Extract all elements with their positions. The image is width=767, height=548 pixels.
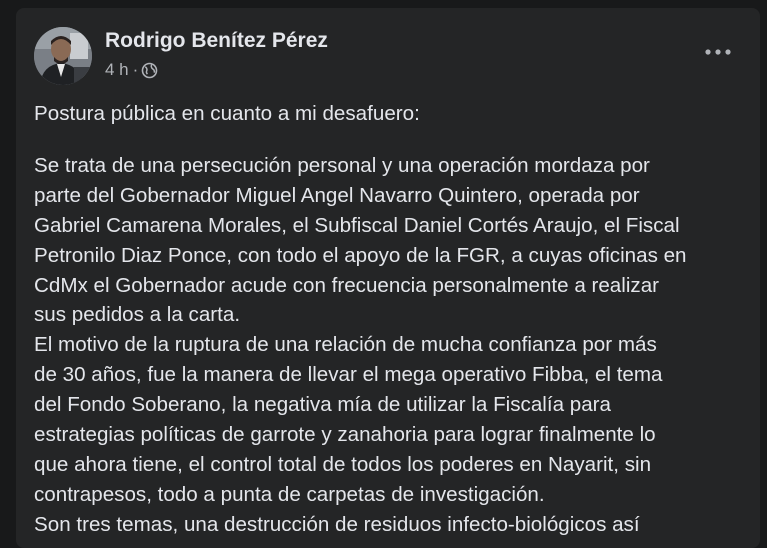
post-line: Petronilo Diaz Ponce, con todo el apoyo … — [34, 243, 687, 267]
post-line: estrategias políticas de garrote y zanah… — [34, 423, 656, 447]
more-options-icon — [705, 49, 731, 55]
author-photo — [34, 27, 92, 85]
post-line: contrapesos, todo a punta de carpetas de… — [34, 482, 545, 506]
author-name[interactable]: Rodrigo Benítez Pérez — [105, 29, 328, 53]
post-line: Gabriel Camarena Morales, el Subfiscal D… — [34, 213, 680, 237]
meta-separator: · — [132, 60, 139, 79]
post-card: Rodrigo Benítez Pérez 4 h · Postura públ… — [16, 8, 760, 548]
post-line: del Fondo Soberano, la negativa mía de u… — [34, 393, 611, 417]
globe-icon[interactable] — [141, 62, 158, 79]
post-line: sus pedidos a la carta. — [34, 303, 241, 327]
author-avatar[interactable] — [34, 27, 92, 85]
post-text: Postura pública en cuanto a mi desafuero… — [34, 99, 744, 540]
post-meta: 4 h · — [105, 60, 158, 80]
post-intro: Postura pública en cuanto a mi desafuero… — [34, 102, 420, 125]
post-line: El motivo de la ruptura de una relación … — [34, 333, 657, 357]
post-line: que ahora tiene, el control total de tod… — [34, 452, 652, 476]
more-options-button[interactable] — [700, 38, 736, 66]
post-timestamp[interactable]: 4 h — [105, 60, 129, 80]
post-line: de 30 años, fue la manera de llevar el m… — [34, 363, 663, 387]
post-line: CdMx el Gobernador acude con frecuencia … — [34, 273, 660, 297]
post-line: parte del Gobernador Miguel Angel Navarr… — [34, 183, 640, 207]
post-line: Se trata de una persecución personal y u… — [34, 153, 650, 177]
post-line: Son tres temas, una destrucción de resid… — [34, 512, 640, 536]
